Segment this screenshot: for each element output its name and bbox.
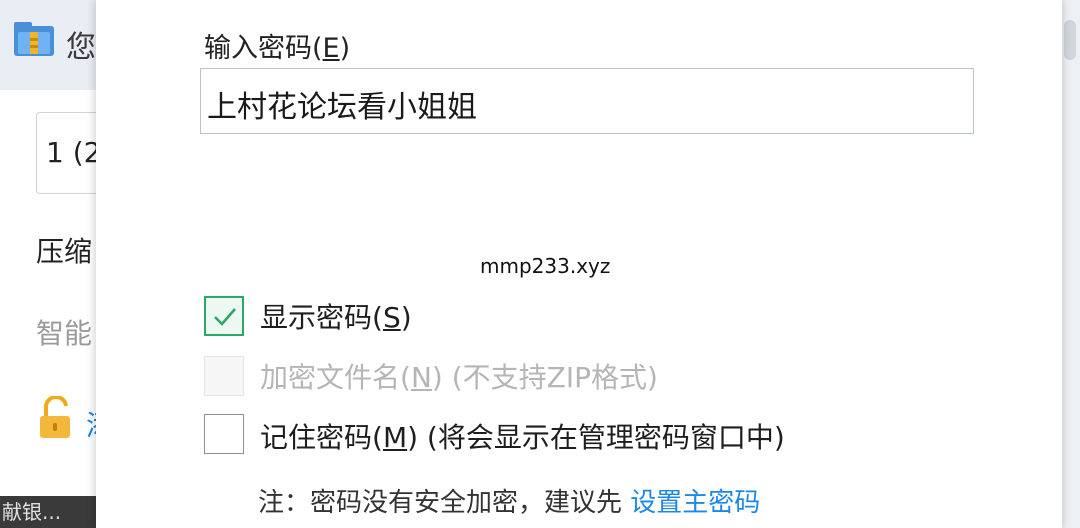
- encrypt-filenames-label-note: ) (不支持ZIP格式): [431, 361, 658, 394]
- background-compress-label: 压缩: [36, 235, 93, 268]
- remember-password-label-text: 记住密码(: [260, 421, 383, 454]
- unlock-icon: [40, 396, 70, 438]
- show-password-hotkey: S: [382, 301, 401, 334]
- enter-password-label: 输入密码(E): [204, 26, 350, 65]
- watermark-text: mmp233.xyz: [480, 254, 611, 278]
- password-input[interactable]: [200, 68, 974, 134]
- background-path-text: 1 (2: [46, 136, 98, 169]
- background-window-title: 您: [66, 30, 96, 65]
- encrypt-filenames-label-text: 加密文件名(: [260, 361, 411, 394]
- remember-password-label-note: ) (将会显示在管理密码窗口中): [407, 421, 785, 454]
- background-scrollbar[interactable]: [1060, 0, 1080, 528]
- show-password-label[interactable]: 显示密码(S): [260, 296, 412, 336]
- encrypt-filenames-hotkey: N: [410, 361, 432, 394]
- show-password-checkbox[interactable]: [204, 296, 244, 336]
- background-smart-label: 智能: [36, 317, 93, 350]
- enter-password-label-close: ): [339, 33, 351, 64]
- checkmark-icon: [214, 308, 236, 326]
- remember-password-hotkey: M: [382, 421, 408, 454]
- security-note-text: 注：密码没有安全加密，建议先: [258, 488, 631, 518]
- background-scrollbar-thumb[interactable]: [1064, 20, 1076, 60]
- enter-password-label-text: 输入密码(: [204, 33, 323, 64]
- encrypt-filenames-label: 加密文件名(N) (不支持ZIP格式): [260, 356, 658, 396]
- security-note: 注：密码没有安全加密，建议先 设置主密码: [258, 482, 760, 519]
- set-master-password-link[interactable]: 设置主密码: [630, 488, 760, 518]
- encrypt-filenames-checkbox: [204, 356, 244, 396]
- background-status-bar: 献银...: [0, 496, 96, 528]
- remember-password-label[interactable]: 记住密码(M) (将会显示在管理密码窗口中): [260, 416, 785, 456]
- show-password-label-close: ): [400, 301, 412, 334]
- remember-password-checkbox[interactable]: [204, 414, 244, 454]
- show-password-label-text: 显示密码(: [260, 301, 383, 334]
- archive-folder-icon: [14, 22, 54, 56]
- enter-password-hotkey: E: [322, 33, 340, 64]
